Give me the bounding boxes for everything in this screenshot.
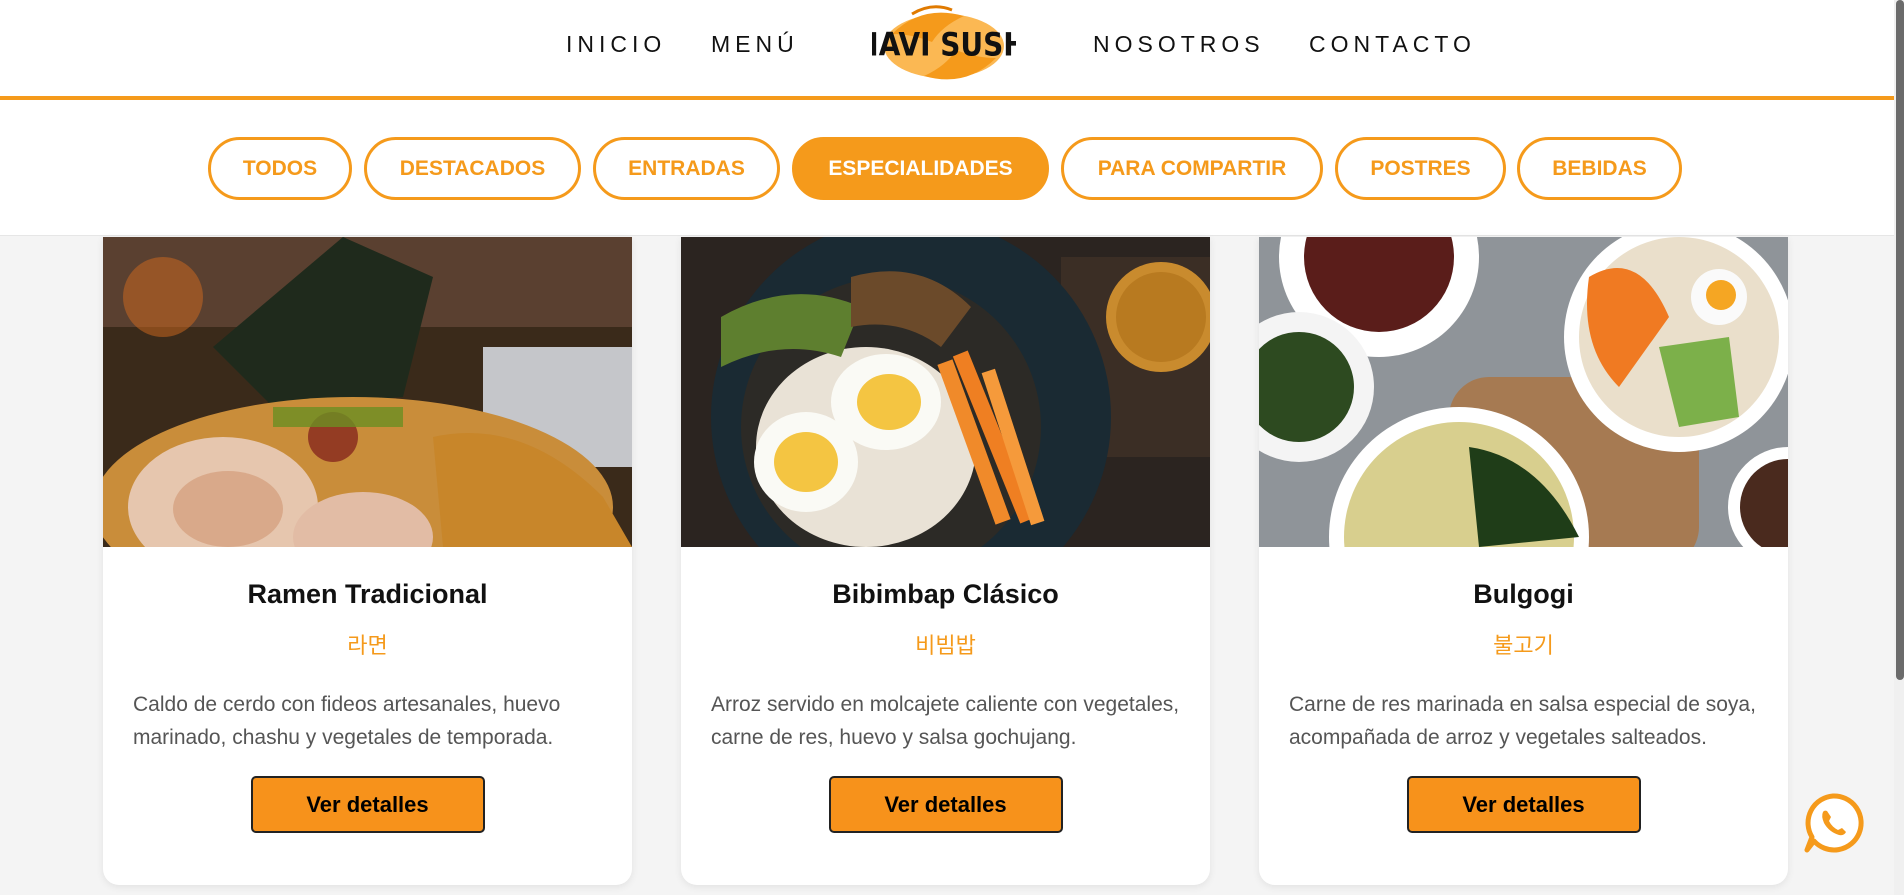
filter-postres[interactable]: POSTRES xyxy=(1335,137,1506,200)
card-subtitle-korean: 라면 xyxy=(347,633,388,658)
card-description: Carne de res marinada en salsa especial … xyxy=(1289,693,1756,749)
nav-link-menu[interactable]: MENÚ xyxy=(711,31,799,58)
card-description: Caldo de cerdo con fideos artesanales, h… xyxy=(133,693,561,749)
category-filter-bar: TODOS DESTACADOS ENTRADAS ESPECIALIDADES… xyxy=(0,100,1894,236)
filter-especialidades[interactable]: ESPECIALIDADES xyxy=(792,137,1049,200)
card-subtitle-korean: 비빔밥 xyxy=(915,633,976,658)
ver-detalles-button[interactable]: Ver detalles xyxy=(828,776,1063,833)
card-title: Bibimbap Clásico xyxy=(832,579,1059,609)
bulgogi-photo xyxy=(1259,237,1788,547)
card-description: Arroz servido en molcajete caliente con … xyxy=(711,693,1180,749)
nav-link-nosotros[interactable]: NOSOTROS xyxy=(1093,31,1265,58)
ver-detalles-button[interactable]: Ver detalles xyxy=(1406,776,1641,833)
whatsapp-icon xyxy=(1804,793,1864,853)
nav-link-inicio[interactable]: INICIO xyxy=(566,31,666,58)
ver-detalles-button[interactable]: Ver detalles xyxy=(250,776,485,833)
site-header: INICIO MENÚ MAVI SUSHI NOSOTROS CONTACTO xyxy=(0,0,1894,100)
page-scrollbar-thumb[interactable] xyxy=(1896,0,1904,680)
nav-link-contacto[interactable]: CONTACTO xyxy=(1309,31,1476,58)
menu-card-bulgogi: Bulgogi 불고기 Carne de res marinada en sal… xyxy=(1259,237,1788,885)
filter-bebidas[interactable]: BEBIDAS xyxy=(1517,137,1682,200)
filter-entradas[interactable]: ENTRADAS xyxy=(593,137,780,200)
whatsapp-button[interactable] xyxy=(1802,792,1864,854)
bibimbap-photo xyxy=(681,237,1210,547)
logo-text: MAVI SUSHI xyxy=(872,27,1016,64)
card-title: Ramen Tradicional xyxy=(247,579,488,609)
card-subtitle-korean: 불고기 xyxy=(1493,633,1554,658)
ramen-photo xyxy=(103,237,632,547)
logo[interactable]: MAVI SUSHI xyxy=(851,4,1037,84)
filter-destacados[interactable]: DESTACADOS xyxy=(364,137,581,200)
menu-card-ramen: Ramen Tradicional 라면 Caldo de cerdo con … xyxy=(103,237,632,885)
filter-para-compartir[interactable]: PARA COMPARTIR xyxy=(1061,137,1323,200)
menu-card-bibimbap: Bibimbap Clásico 비빔밥 Arroz servido en mo… xyxy=(681,237,1210,885)
card-title: Bulgogi xyxy=(1473,579,1574,609)
filter-todos[interactable]: TODOS xyxy=(208,137,352,200)
